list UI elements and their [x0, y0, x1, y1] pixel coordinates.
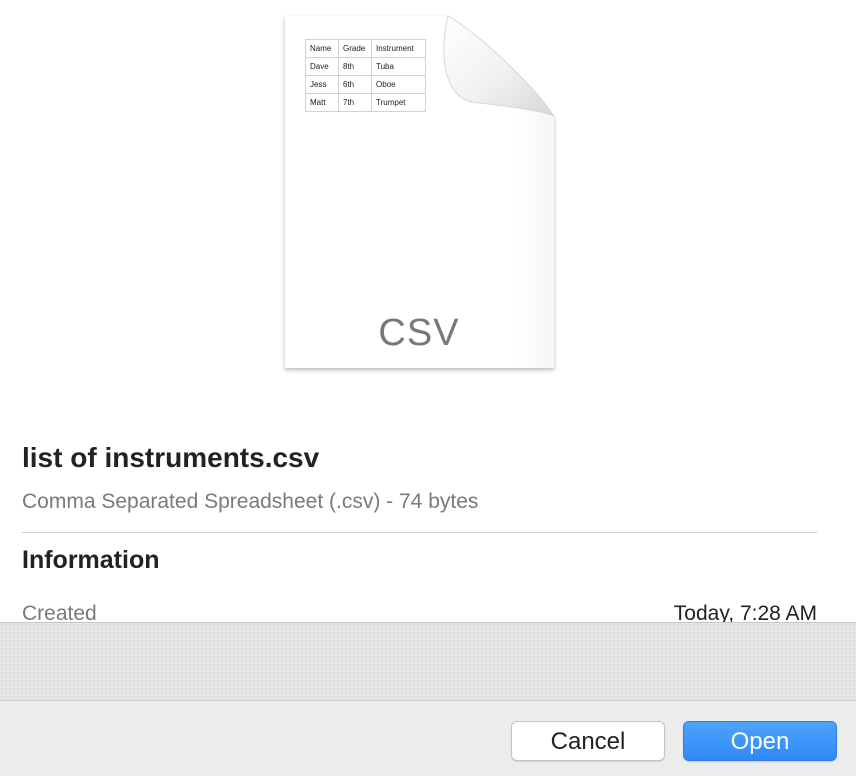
- divider: [22, 532, 817, 533]
- table-row: Name Grade Instrument: [305, 39, 426, 58]
- file-description: Comma Separated Spreadsheet (.csv) - 74 …: [22, 490, 479, 513]
- table-cell: Name: [305, 39, 339, 58]
- file-open-dialog: Name Grade Instrument Dave 8th Tuba Jess…: [0, 0, 856, 776]
- dialog-footer: Cancel Open: [0, 622, 856, 776]
- table-cell: 6th: [338, 75, 372, 94]
- file-extension-label: CSV: [378, 312, 460, 354]
- table-cell: 7th: [338, 93, 372, 112]
- table-cell: Dave: [305, 57, 339, 76]
- accessory-area: [0, 623, 856, 701]
- table-cell: Instrument: [371, 39, 426, 58]
- table-cell: Jess: [305, 75, 339, 94]
- information-heading: Information: [22, 546, 160, 574]
- table-row: Matt 7th Trumpet: [305, 93, 426, 112]
- table-cell: Oboe: [371, 75, 426, 94]
- table-cell: Trumpet: [371, 93, 426, 112]
- table-cell: 8th: [338, 57, 372, 76]
- csv-thumbnail-table: Name Grade Instrument Dave 8th Tuba Jess…: [305, 39, 426, 112]
- file-name: list of instruments.csv: [22, 442, 320, 473]
- table-cell: Tuba: [371, 57, 426, 76]
- table-row: Dave 8th Tuba: [305, 57, 426, 76]
- cancel-button[interactable]: Cancel: [511, 721, 665, 761]
- table-row: Jess 6th Oboe: [305, 75, 426, 94]
- table-cell: Grade: [338, 39, 372, 58]
- open-button[interactable]: Open: [683, 721, 837, 761]
- table-cell: Matt: [305, 93, 339, 112]
- csv-document-icon: Name Grade Instrument Dave 8th Tuba Jess…: [276, 10, 566, 382]
